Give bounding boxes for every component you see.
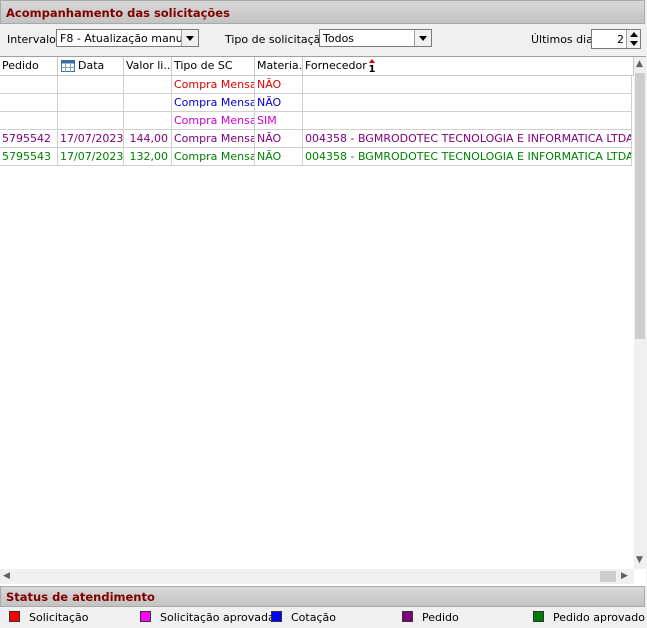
table-row[interactable]: Compra Mensal NÃO [0, 94, 632, 112]
col-header-pedido[interactable]: Pedido [0, 57, 58, 75]
col-header-fornecedor[interactable]: Fornecedor [303, 57, 634, 75]
col-header-tipo[interactable]: Tipo de SC [172, 57, 255, 75]
chevron-down-icon[interactable] [414, 30, 431, 46]
days-label: Últimos dias [531, 33, 599, 46]
table-row[interactable]: 5795542 17/07/2023 144,00 Compra Mensal NÃO 0… [0, 130, 632, 148]
legend-label: Pedido aprovado [553, 611, 645, 624]
legend-swatch [271, 611, 282, 622]
cell-fornecedor [303, 94, 632, 112]
status-section-title: Status de atendimento [6, 590, 155, 604]
cell-pedido [0, 76, 58, 94]
cell-tipo: Compra Mensal [172, 76, 255, 94]
days-value: 2 [617, 33, 624, 46]
table-row[interactable]: Compra Mensal NÃO [0, 76, 632, 94]
type-label: Tipo de solicitação [225, 33, 328, 46]
type-select[interactable]: Todos [319, 29, 432, 47]
sort-ascending-icon: 1 [369, 59, 376, 73]
cell-fornecedor [303, 112, 632, 130]
cell-valor [124, 112, 172, 130]
requests-grid[interactable]: Pedido Data Valor li... Tipo de SC Mater… [0, 56, 646, 586]
calendar-icon [61, 60, 75, 72]
cell-material: NÃO [255, 76, 303, 94]
cell-tipo: Compra Mensal [172, 94, 255, 112]
cell-valor: 144,00 [124, 130, 172, 148]
cell-pedido [0, 112, 58, 130]
interval-select[interactable]: F8 - Atualização manual [56, 29, 199, 47]
cell-material: NÃO [255, 130, 303, 148]
legend-label: Solicitação aprovada [160, 611, 275, 624]
cell-material: NÃO [255, 148, 303, 166]
cell-tipo: Compra Mensal [172, 112, 255, 130]
scroll-right-icon[interactable]: ▶ [621, 571, 628, 581]
horizontal-scrollbar[interactable]: ◀ ▶ [0, 569, 634, 584]
cell-pedido: 5795543 [0, 148, 58, 166]
legend-label: Pedido [422, 611, 459, 624]
table-row[interactable]: 5795543 17/07/2023 132,00 Compra Mensal NÃO 0… [0, 148, 632, 166]
scroll-down-icon[interactable]: ▼ [636, 555, 643, 565]
cell-material: NÃO [255, 94, 303, 112]
vertical-scrollbar[interactable]: ▲ ▼ [634, 57, 646, 569]
cell-tipo: Compra Mensal [172, 148, 255, 166]
cell-tipo: Compra Mensal [172, 130, 255, 148]
col-header-material[interactable]: Materia... [255, 57, 303, 75]
cell-valor: 132,00 [124, 148, 172, 166]
legend-label: Solicitação [29, 611, 89, 624]
cell-data: 17/07/2023 [58, 130, 124, 148]
window-title: Acompanhamento das solicitações [6, 6, 230, 20]
legend-swatch [402, 611, 413, 622]
cell-valor [124, 76, 172, 94]
window-title-bar: Acompanhamento das solicitações [0, 0, 645, 24]
legend-label: Cotação [291, 611, 336, 624]
cell-valor [124, 94, 172, 112]
legend-swatch [9, 611, 20, 622]
spin-down-icon[interactable] [626, 39, 640, 48]
cell-data: 17/07/2023 [58, 148, 124, 166]
interval-label: Intervalo [7, 33, 56, 46]
days-spinner[interactable]: 2 [591, 29, 641, 49]
scroll-up-icon[interactable]: ▲ [636, 59, 643, 69]
legend-swatch [533, 611, 544, 622]
cell-fornecedor: 004358 - BGMRODOTEC TECNOLOGIA E INFORMA… [303, 130, 632, 148]
col-header-data-label: Data [78, 59, 105, 72]
col-header-fornecedor-label: Fornecedor [305, 59, 367, 72]
horizontal-scroll-thumb[interactable] [600, 571, 616, 582]
cell-pedido [0, 94, 58, 112]
sort-order-number: 1 [369, 64, 376, 73]
col-header-valor[interactable]: Valor li... [124, 57, 172, 75]
table-row[interactable]: Compra Mensal SIM [0, 112, 632, 130]
grid-header: Pedido Data Valor li... Tipo de SC Mater… [0, 57, 634, 76]
scroll-left-icon[interactable]: ◀ [3, 571, 10, 581]
cell-data [58, 94, 124, 112]
type-value: Todos [323, 32, 355, 45]
status-section-bar: Status de atendimento [0, 586, 645, 607]
filter-toolbar: Intervalo F8 - Atualização manual Tipo d… [0, 25, 645, 53]
cell-data [58, 76, 124, 94]
legend-swatch [140, 611, 151, 622]
cell-material: SIM [255, 112, 303, 130]
interval-value: F8 - Atualização manual [60, 32, 193, 45]
cell-pedido: 5795542 [0, 130, 58, 148]
cell-fornecedor: 004358 - BGMRODOTEC TECNOLOGIA E INFORMA… [303, 148, 632, 166]
vertical-scroll-thumb[interactable] [635, 73, 645, 339]
chevron-down-icon[interactable] [181, 30, 198, 46]
cell-fornecedor [303, 76, 632, 94]
cell-data [58, 112, 124, 130]
